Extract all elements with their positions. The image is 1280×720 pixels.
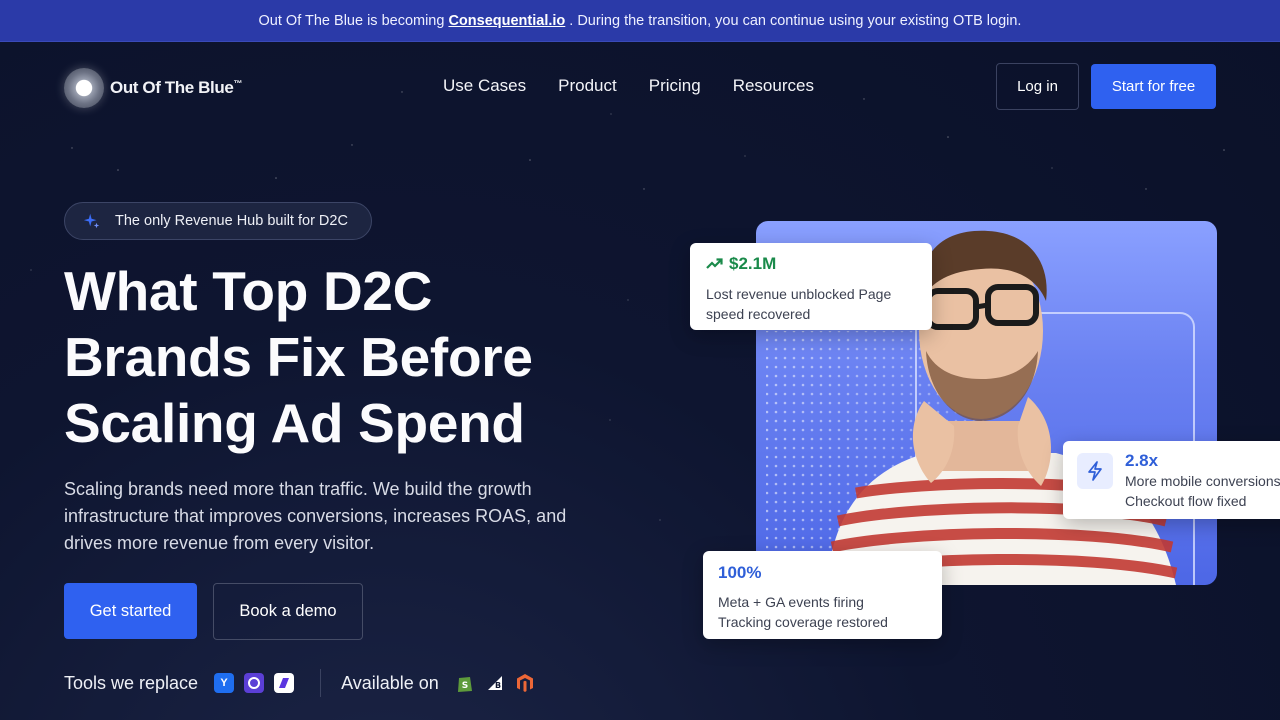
logo-text-wrap: Out Of The Blue™ [110, 78, 242, 98]
top-nav: Out Of The Blue™ Use Cases Product Prici… [0, 42, 1280, 132]
stat-desc-mobile-line2: Checkout flow fixed [1125, 492, 1247, 509]
hero-subtitle: Scaling brands need more than traffic. W… [64, 479, 567, 553]
stat-desc-revenue-line1: Lost revenue unblocked Page [706, 286, 892, 302]
hero-title-line3: Scaling Ad Spend [64, 392, 525, 454]
lightning-icon [1077, 453, 1113, 489]
banner-prefix: Out Of The Blue is becoming [258, 12, 445, 29]
tool-slash-icon [274, 673, 295, 693]
magento-icon [515, 673, 535, 693]
shopify-icon: S [455, 673, 475, 693]
tools-row: Tools we replace Y Available on S B [64, 668, 535, 698]
stat-desc-tracking-line1: Meta + GA events firing [718, 594, 864, 610]
tool-circle-icon [244, 673, 265, 693]
trending-up-icon [706, 258, 723, 269]
stat-value-mobile: 2.8x [1125, 451, 1159, 470]
logo-text: Out Of The Blue [110, 78, 234, 97]
stat-desc-mobile-line1: More mobile conversions [1125, 473, 1280, 489]
stat-card-revenue-header: $2.1M [706, 254, 776, 274]
tools-divider [320, 669, 322, 697]
nav-item-product[interactable]: Product [558, 76, 617, 96]
nav-item-pricing[interactable]: Pricing [649, 76, 701, 96]
sparkle-icon [83, 213, 100, 229]
stat-desc-tracking-line2: Tracking coverage restored [718, 613, 888, 630]
tools-label: Tools we replace [64, 672, 199, 693]
tool-y-icon: Y [214, 673, 235, 693]
hero-title-line2: Brands Fix Before [64, 326, 533, 388]
get-started-button[interactable]: Get started [64, 583, 197, 639]
banner-suffix: . During the transition, you can continu… [569, 12, 1022, 29]
stat-card-revenue: $2.1M Lost revenue unblocked Page speed … [690, 243, 932, 330]
logo-tm: ™ [233, 78, 242, 89]
bigcommerce-icon: B [485, 673, 505, 693]
stat-card-mobile: 2.8x More mobile conversions Checkout fl… [1063, 441, 1280, 519]
stat-desc-revenue: Lost revenue unblocked Page speed recove… [706, 285, 891, 324]
hero-title-line1: What Top D2C [64, 260, 433, 322]
nav-item-use-cases[interactable]: Use Cases [443, 76, 526, 96]
stat-desc-mobile: More mobile conversions Checkout flow fi… [1125, 472, 1280, 511]
book-demo-button[interactable]: Book a demo [213, 583, 363, 640]
tagline-text: The only Revenue Hub built for D2C [115, 213, 348, 229]
stat-value-tracking: 100% [718, 563, 762, 582]
start-free-button[interactable]: Start for free [1091, 64, 1216, 109]
stat-card-tracking: 100% Meta + GA events firing Tracking co… [703, 551, 942, 639]
stat-desc-tracking: Meta + GA events firing Tracking coverag… [718, 593, 888, 632]
announcement-banner: Out Of The Blue is becoming Consequentia… [0, 0, 1280, 42]
available-label: Available on [341, 672, 439, 693]
svg-text:B: B [495, 681, 501, 690]
nav-item-resources[interactable]: Resources [733, 76, 814, 96]
tagline-pill: The only Revenue Hub built for D2C [64, 202, 372, 240]
stat-desc-revenue-line2: speed recovered [706, 305, 811, 322]
login-button[interactable]: Log in [996, 63, 1079, 110]
nav-links: Use Cases Product Pricing Resources [443, 76, 814, 96]
banner-link[interactable]: Consequential.io [448, 13, 565, 29]
svg-text:S: S [462, 681, 468, 691]
hero-title: What Top D2C Brands Fix Before Scaling A… [64, 258, 624, 456]
logo[interactable]: Out Of The Blue™ [64, 68, 242, 108]
logo-icon [64, 68, 104, 108]
stat-value-revenue: $2.1M [729, 254, 777, 273]
